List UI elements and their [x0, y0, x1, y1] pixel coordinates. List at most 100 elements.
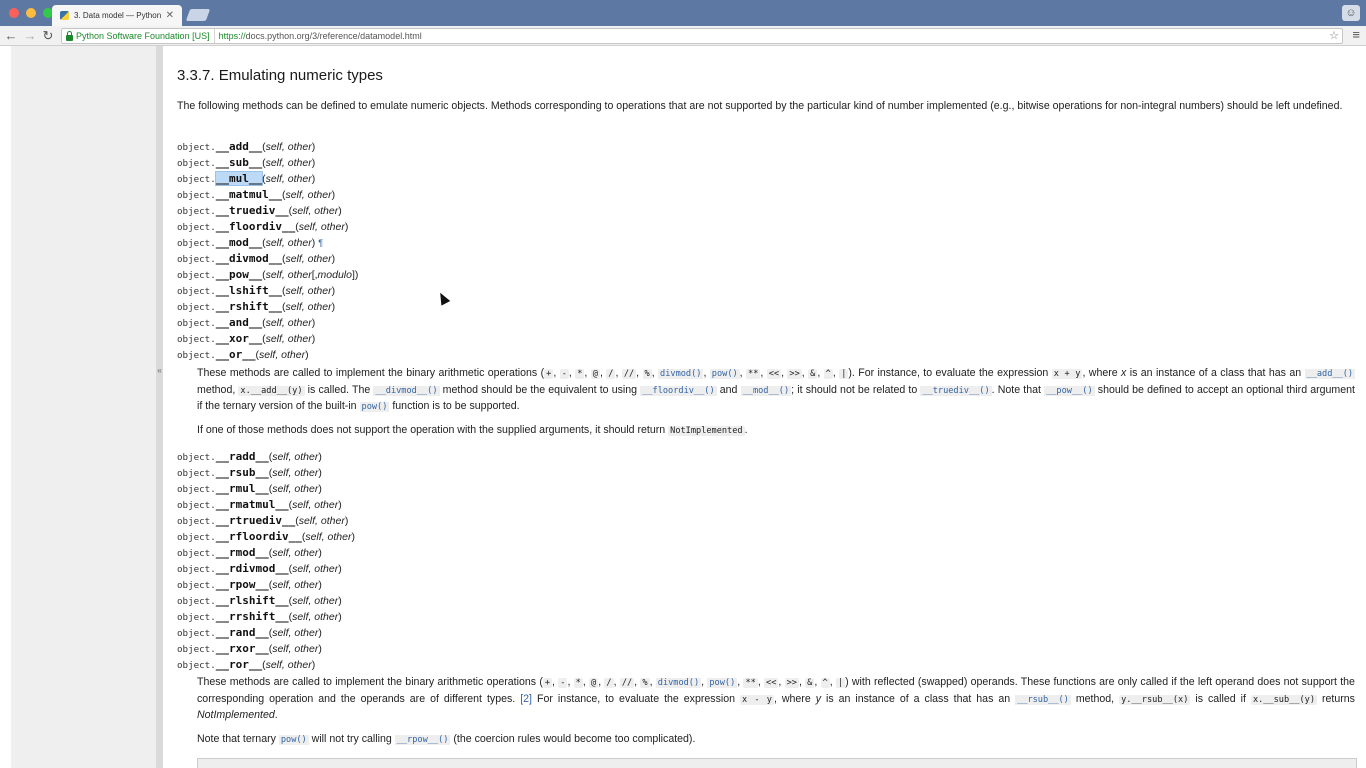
method-signature: object. __floordiv__(self, other): [177, 220, 349, 233]
notimplemented-paragraph: If one of those methods does not support…: [197, 424, 748, 436]
method-args: self, other: [285, 301, 332, 313]
method-class-prefix: object.: [177, 254, 216, 265]
method-signature: object. __rand__(self, other): [177, 626, 322, 639]
method-args: self, other: [292, 563, 339, 575]
docs-sidebar: [11, 46, 156, 768]
binary-ops-paragraph: These methods are called to implement th…: [197, 367, 1356, 412]
method-name: __divmod__: [215, 252, 282, 265]
rsub-method-link[interactable]: __rsub__(): [1015, 694, 1071, 705]
pow-function-link[interactable]: pow(): [359, 402, 390, 412]
method-args: self, other: [285, 285, 332, 297]
method-name: __rlshift__: [215, 594, 289, 607]
method-signature: object. __xor__(self, other): [177, 332, 316, 345]
method-signature: object. __matmul__(self, other): [177, 188, 336, 201]
minimize-window-button[interactable]: [26, 8, 36, 18]
add-method-link[interactable]: __add__(): [1304, 369, 1356, 379]
rpow-method-link[interactable]: __rpow__(): [394, 735, 451, 745]
truediv-method-link[interactable]: __truediv__(): [920, 385, 992, 396]
pow-function-link[interactable]: pow(): [278, 735, 309, 745]
method-name: __rpow__: [215, 578, 269, 591]
method-args: self, other: [265, 157, 312, 169]
method-signature: object. __rdivmod__(self, other): [177, 562, 342, 575]
reload-button[interactable]: ↻: [40, 27, 56, 44]
close-window-button[interactable]: [9, 8, 19, 18]
method-args: self, other: [272, 483, 319, 495]
method-class-prefix: object.: [177, 548, 216, 559]
method-name: __add__: [215, 140, 263, 153]
method-class-prefix: object.: [177, 660, 216, 671]
method-signature: object. __rshift__(self, other): [177, 300, 336, 313]
method-name: __radd__: [215, 450, 269, 463]
back-button[interactable]: ←: [3, 27, 19, 44]
browser-tab[interactable]: 3. Data model — Python 3 ✕: [52, 5, 182, 26]
ternary-pow-paragraph: Note that ternary pow() will not try cal…: [197, 733, 696, 745]
sidebar-collapse-bar[interactable]: [156, 46, 163, 768]
method-args: self, other: [265, 269, 312, 281]
method-class-prefix: object.: [177, 286, 216, 297]
floordiv-method-link[interactable]: __floordiv__(): [640, 385, 717, 396]
method-name: __floordiv__: [215, 220, 296, 233]
pow-method-link[interactable]: __pow__(): [1044, 385, 1095, 396]
method-name: __rmul__: [215, 482, 269, 495]
python-favicon-icon: [60, 11, 69, 20]
lock-icon: [66, 30, 73, 41]
method-args: self, other: [272, 627, 319, 639]
user-profile-icon[interactable]: ☺: [1342, 5, 1360, 21]
reflected-ops-paragraph: These methods are called to implement th…: [197, 676, 1355, 721]
method-name: __sub__: [215, 156, 263, 169]
note-box: [197, 758, 1357, 768]
method-signature: object. __radd__(self, other): [177, 450, 322, 463]
new-tab-button[interactable]: [185, 9, 211, 21]
method-class-prefix: object.: [177, 350, 216, 361]
method-name: __matmul__: [215, 188, 282, 201]
intro-paragraph: The following methods can be defined to …: [177, 100, 1343, 112]
method-class-prefix: object.: [177, 142, 216, 153]
mod-method-link[interactable]: __mod__(): [740, 385, 792, 396]
method-args: self, other: [285, 189, 332, 201]
method-signature: object. __mod__(self, other) ¶: [177, 236, 324, 249]
method-signature: object. __mul__(self, other): [177, 171, 316, 186]
method-name: __and__: [215, 316, 263, 329]
tab-title: 3. Data model — Python 3: [74, 11, 161, 20]
method-args: self, other: [285, 253, 332, 265]
method-name: __truediv__: [215, 204, 289, 217]
browser-menu-icon[interactable]: ≡: [1352, 27, 1360, 42]
permalink-icon[interactable]: ¶: [318, 238, 323, 248]
bookmark-star-icon[interactable]: ☆: [1329, 29, 1339, 42]
method-signature: object. __lshift__(self, other): [177, 284, 336, 297]
method-args: self, other: [292, 205, 339, 217]
method-signature: object. __or__(self, other): [177, 348, 309, 361]
method-class-prefix: object.: [177, 174, 216, 185]
ev-certificate-badge[interactable]: Python Software Foundation [US]: [62, 29, 215, 43]
method-name: __ror__: [215, 658, 263, 671]
address-bar[interactable]: Python Software Foundation [US] https://…: [61, 28, 1343, 44]
method-name: __rfloordiv__: [215, 530, 302, 543]
divmod-link[interactable]: divmod(): [658, 369, 704, 379]
method-signature: object. __rtruediv__(self, other): [177, 514, 349, 527]
footnote-link[interactable]: [2]: [520, 693, 532, 705]
method-signature: object. __and__(self, other): [177, 316, 316, 329]
method-signature: object. __rrshift__(self, other): [177, 610, 342, 623]
method-args: self, other: [265, 173, 312, 185]
method-class-prefix: object.: [177, 564, 216, 575]
pow-link[interactable]: pow(): [709, 369, 740, 379]
tab-close-icon[interactable]: ✕: [166, 10, 174, 21]
method-class-prefix: object.: [177, 334, 216, 345]
method-args: self, other: [265, 659, 312, 671]
browser-toolbar: ← → ↻ Python Software Foundation [US] ht…: [0, 26, 1366, 46]
forward-button[interactable]: →: [22, 27, 38, 44]
method-signature: object. __sub__(self, other): [177, 156, 316, 169]
method-name: __lshift__: [215, 284, 282, 297]
sidebar-collapse-icon[interactable]: «: [156, 366, 163, 375]
method-class-prefix: object.: [177, 190, 216, 201]
method-signature: object. __rmatmul__(self, other): [177, 498, 342, 511]
window-controls: [9, 8, 53, 18]
divmod-method-link[interactable]: __divmod__(): [373, 385, 440, 396]
method-class-prefix: object.: [177, 238, 216, 249]
method-name: __rshift__: [215, 300, 282, 313]
pow-link[interactable]: pow(): [707, 678, 738, 688]
divmod-link[interactable]: divmod(): [655, 678, 702, 688]
method-class-prefix: object.: [177, 484, 216, 495]
method-name: __rtruediv__: [215, 514, 296, 527]
method-signature: object. __rpow__(self, other): [177, 578, 322, 591]
